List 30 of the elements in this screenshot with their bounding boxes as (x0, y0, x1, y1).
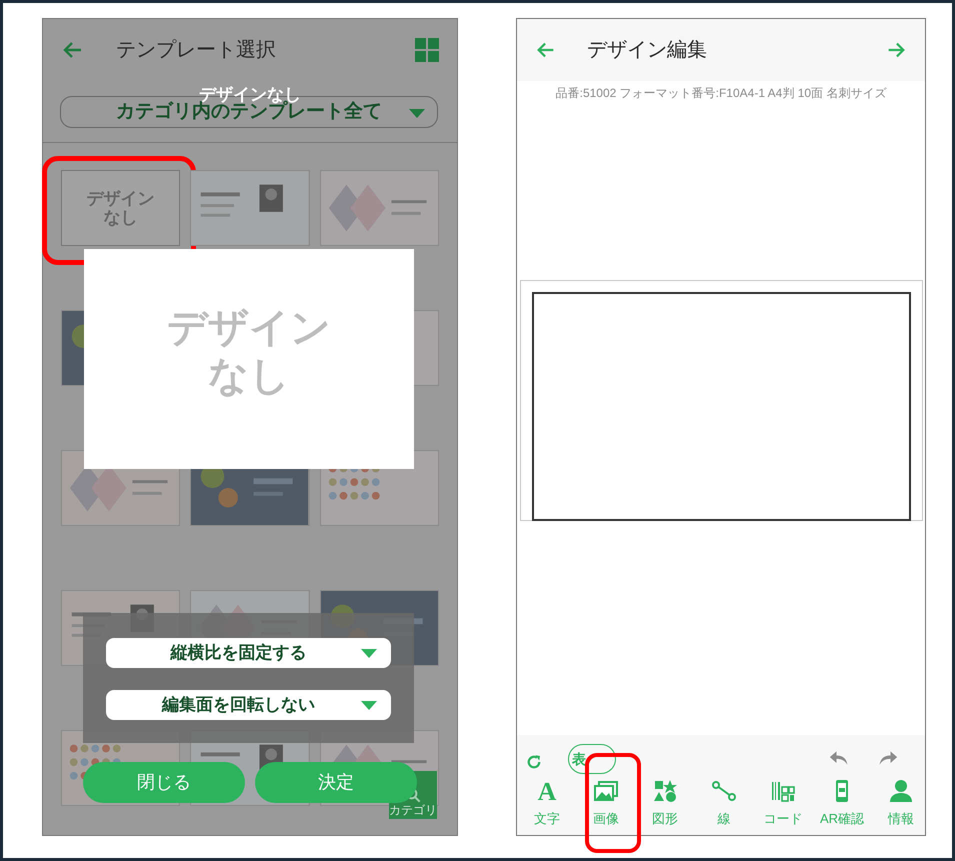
shapes-icon (653, 779, 677, 803)
side-toggle[interactable]: 表 (568, 744, 616, 774)
rotate-icon (525, 753, 543, 771)
undo-button[interactable] (829, 749, 849, 767)
preview-dialog: デザインなし (84, 249, 414, 469)
person-icon (889, 779, 913, 803)
screen-title: テンプレート選択 (116, 38, 276, 63)
tool-button[interactable]: コード (759, 779, 807, 828)
dropdown-triangle-icon (361, 649, 377, 658)
tool-button[interactable]: A 文字 (523, 779, 571, 828)
dropdown-triangle-icon (361, 701, 377, 710)
dropdown-triangle-icon (409, 109, 425, 118)
tool-button[interactable]: 情報 (877, 779, 925, 828)
tool-button[interactable]: 線 (700, 779, 748, 828)
close-button[interactable]: 閉じる (83, 762, 245, 803)
option-dropdown[interactable]: 縦横比を固定する (106, 638, 391, 668)
screen-title: デザイン編集 (587, 38, 707, 63)
letter-icon: A (538, 779, 556, 805)
grid-view-button[interactable] (415, 38, 439, 62)
confirm-button[interactable]: 決定 (255, 762, 417, 803)
tool-button[interactable]: 画像 (582, 779, 630, 828)
blank-template[interactable]: デザインなし (61, 170, 180, 246)
tool-button[interactable]: 図形 (641, 779, 689, 828)
line-icon (712, 779, 736, 803)
tool-button[interactable]: AR確認 (818, 779, 866, 828)
option-dropdown[interactable]: 編集面を回転しない (106, 690, 391, 720)
format-info: 品番:51002 フォーマット番号:F10A4-1 A4判 10面 名刺サイズ (554, 85, 888, 102)
picture-icon (594, 779, 618, 803)
redo-button[interactable] (878, 749, 898, 767)
barcode-icon (771, 779, 795, 803)
